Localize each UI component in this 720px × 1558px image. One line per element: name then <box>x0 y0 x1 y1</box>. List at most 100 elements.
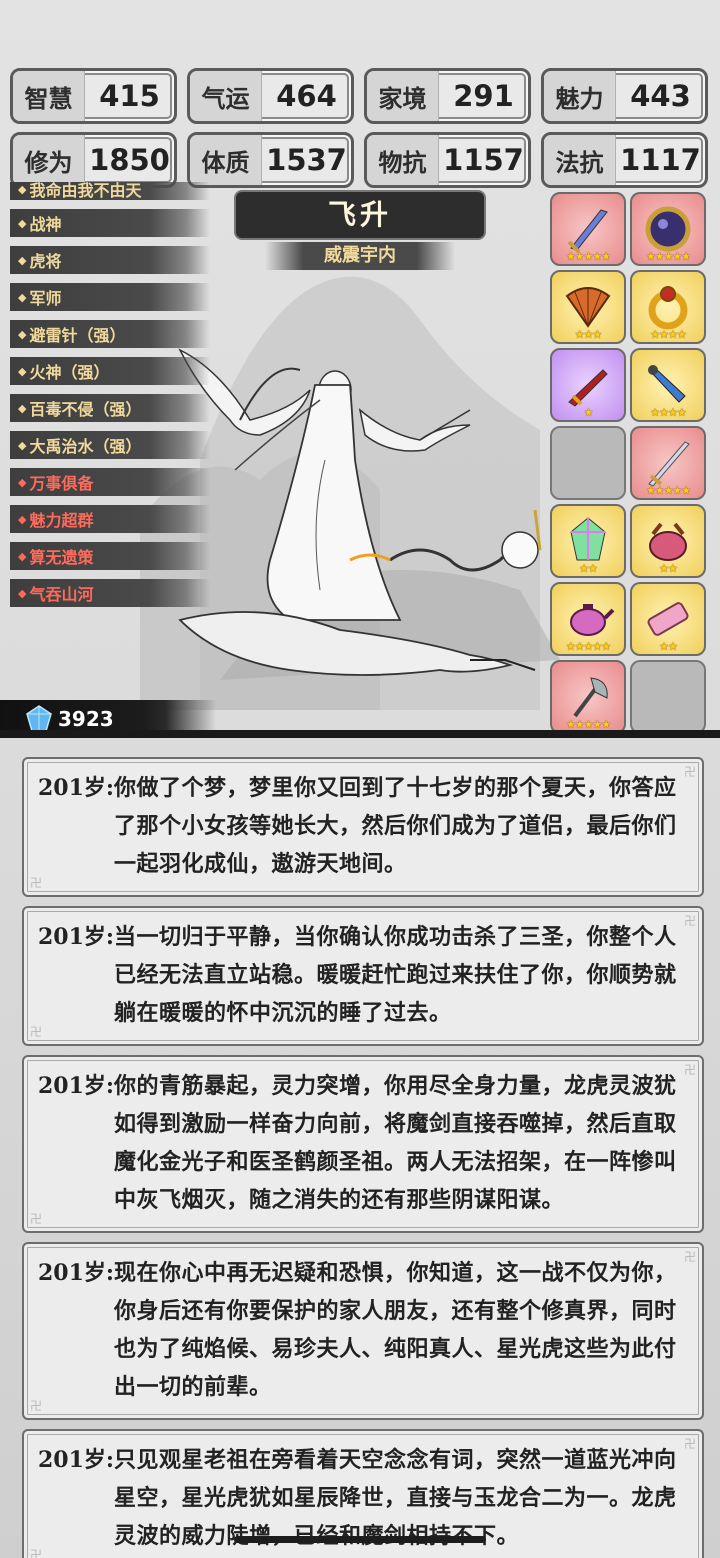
equipment-slot-dagger[interactable]: ★★★★ <box>630 348 706 422</box>
rarity-stars: ★★★★ <box>650 406 686 419</box>
equipment-slot-sword[interactable]: ★★★★★ <box>550 192 626 266</box>
blade-icon <box>568 369 608 407</box>
skill-item[interactable]: ◆ 军师 <box>10 283 210 311</box>
stat-label: 法抗 <box>544 135 616 185</box>
gem-counter[interactable]: 3923 <box>24 704 114 734</box>
skill-item[interactable]: ◆ 战神 <box>10 209 210 237</box>
log-age: 201岁: <box>38 1073 115 1099</box>
mirror-icon <box>645 206 691 252</box>
stat-constitution: 体质 1537 <box>187 132 354 188</box>
stat-value: 291 <box>453 79 514 113</box>
ring-icon <box>648 286 688 330</box>
scroll-icon <box>647 602 689 636</box>
stat-phys-resist: 物抗 1157 <box>364 132 531 188</box>
stat-wisdom: 智慧 415 <box>10 68 177 124</box>
rarity-stars: ★★★★ <box>650 328 686 341</box>
rarity-stars: ★★ <box>659 640 678 653</box>
equipment-slot-teapot[interactable]: ★★★★★ <box>550 582 626 656</box>
stat-magic-resist: 法抗 1117 <box>541 132 708 188</box>
rarity-stars: ★★★★★ <box>645 484 691 497</box>
stat-label: 家境 <box>367 71 439 121</box>
stat-value: 1117 <box>620 143 701 177</box>
skill-item[interactable]: ◆ 我命由我不由天 <box>10 182 210 200</box>
stats-row-1: 智慧 415 气运 464 家境 291 魅力 443 <box>10 68 710 124</box>
stats-row-2: 修为 1850 体质 1537 物抗 1157 法抗 1117 <box>10 132 710 188</box>
log-text: 现在你心中再无迟疑和恐惧，你知道，这一战不仅为你，你身后还有你要保护的家人朋友，… <box>114 1260 677 1400</box>
scroll-indicator[interactable] <box>234 1536 486 1543</box>
skill-label: 魅力超群 <box>29 511 94 530</box>
equipment-slot-cauldron[interactable]: ★★ <box>630 504 706 578</box>
gem-icon <box>26 705 52 732</box>
stats-panel: 智慧 415 气运 464 家境 291 魅力 443 修为 1850 体质 1537 物抗… <box>10 68 710 196</box>
stat-label: 魅力 <box>544 71 616 121</box>
log-age: 201岁: <box>38 1260 115 1286</box>
rarity-stars: ★★★★★ <box>645 250 691 263</box>
rarity-stars: ★★ <box>579 562 598 575</box>
realm-title: 飞升 威震宇内 <box>236 192 484 270</box>
stat-value: 443 <box>630 79 691 113</box>
skill-label: 百毒不侵（强） <box>29 400 142 419</box>
stat-label: 体质 <box>190 135 262 185</box>
log-entry: 201岁: 现在你心中再无迟疑和恐惧，你知道，这一战不仅为你，你身后还有你要保护… <box>22 1242 704 1420</box>
skills-list: ◆ 我命由我不由天 ◆ 战神 ◆ 虎将 ◆ 军师 ◆ 避雷针（强） ◆ 火神（强） ◆ 百毒不… <box>10 182 210 612</box>
equipment-slot-scroll[interactable]: ★★ <box>630 582 706 656</box>
teapot-icon <box>570 604 615 636</box>
gem-count: 3923 <box>58 707 114 731</box>
skill-item[interactable]: ◆ 气吞山河 <box>10 579 210 607</box>
equipment-slot-empty[interactable] <box>550 426 626 500</box>
stat-value: 1850 <box>89 143 170 177</box>
crystal-icon <box>570 517 606 561</box>
stat-label: 智慧 <box>13 71 85 121</box>
fan-icon <box>565 287 611 328</box>
stat-label: 气运 <box>190 71 262 121</box>
rarity-stars: ★★★★★ <box>565 640 611 653</box>
rarity-stars: ★★★★★ <box>565 250 611 263</box>
stat-value: 1537 <box>266 143 347 177</box>
log-entry: 201岁: 你的青筋暴起，灵力突增，你用尽全身力量，龙虎灵波犹如得到激励一样奋力… <box>22 1055 704 1233</box>
skill-item[interactable]: ◆ 魅力超群 <box>10 505 210 533</box>
skill-label: 万事俱备 <box>29 474 94 493</box>
log-text: 当一切归于平静，当你确认你成功击杀了三圣，你整个人已经无法直立站稳。暖暖赶忙跑过… <box>114 924 677 1026</box>
skill-label: 火神（强） <box>29 363 110 382</box>
life-event-log[interactable]: 201岁: 你做了个梦，梦里你又回到了十七岁的那个夏天，你答应了那个小女孩等她长… <box>22 757 704 1558</box>
log-text: 你的青筋暴起，灵力突增，你用尽全身力量，龙虎灵波犹如得到激励一样奋力向前，将魔剑… <box>114 1073 677 1213</box>
skill-label: 战神 <box>29 215 62 234</box>
stat-cultivation: 修为 1850 <box>10 132 177 188</box>
rarity-stars: ★ <box>583 406 594 419</box>
log-age: 201岁: <box>38 1447 115 1473</box>
equipment-slot-fan[interactable]: ★★★ <box>550 270 626 344</box>
sword-icon <box>567 209 608 254</box>
stat-label: 修为 <box>13 135 85 185</box>
realm-title-sub: 威震宇内 <box>265 242 455 270</box>
skill-item[interactable]: ◆ 火神（强） <box>10 357 210 385</box>
skill-item[interactable]: ◆ 万事俱备 <box>10 468 210 496</box>
skill-label: 我命由我不由天 <box>29 182 142 200</box>
equipment-slot-blade[interactable]: ★ <box>550 348 626 422</box>
skill-item[interactable]: ◆ 算无遗策 <box>10 542 210 570</box>
cauldron-icon <box>649 522 687 561</box>
equipment-slot-mirror[interactable]: ★★★★★ <box>630 192 706 266</box>
skill-item[interactable]: ◆ 虎将 <box>10 246 210 274</box>
rarity-stars: ★★ <box>659 562 678 575</box>
longsword-icon <box>648 441 690 487</box>
stat-luck: 气运 464 <box>187 68 354 124</box>
equipment-slot-ring[interactable]: ★★★★ <box>630 270 706 344</box>
skill-item[interactable]: ◆ 百毒不侵（强） <box>10 394 210 422</box>
dagger-icon <box>648 365 686 403</box>
rarity-stars: ★★★ <box>574 328 603 341</box>
skill-label: 避雷针（强） <box>29 326 126 345</box>
log-age: 201岁: <box>38 775 115 801</box>
skill-label: 虎将 <box>29 252 62 271</box>
equipment-slot-longsword[interactable]: ★★★★★ <box>630 426 706 500</box>
skill-item[interactable]: ◆ 避雷针（强） <box>10 320 210 348</box>
skill-item[interactable]: ◆ 大禹治水（强） <box>10 431 210 459</box>
log-entry: 201岁: 当一切归于平静，当你确认你成功击杀了三圣，你整个人已经无法直立站稳。… <box>22 906 704 1046</box>
stat-label: 物抗 <box>367 135 439 185</box>
log-entry: 201岁: 你做了个梦，梦里你又回到了十七岁的那个夏天，你答应了那个小女孩等她长… <box>22 757 704 897</box>
currency-bar: 3923 <box>0 700 720 738</box>
realm-title-main: 飞升 <box>236 192 484 238</box>
equipment-slot-crystal[interactable]: ★★ <box>550 504 626 578</box>
skill-label: 算无遗策 <box>29 548 94 567</box>
stat-value: 415 <box>99 79 160 113</box>
log-age: 201岁: <box>38 924 115 950</box>
